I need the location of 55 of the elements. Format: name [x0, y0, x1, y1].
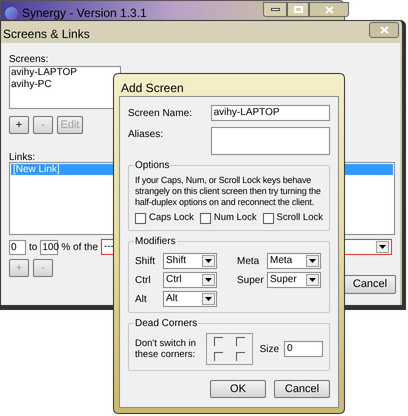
ok-button[interactable]: OK — [210, 380, 266, 398]
app-icon — [5, 6, 18, 20]
close-button[interactable] — [369, 22, 399, 38]
dropdown[interactable]: Meta — [267, 253, 321, 270]
caret-icon — [379, 245, 386, 249]
caret-icon — [205, 259, 212, 264]
field-label: % of the — [61, 240, 98, 254]
caret-icon — [205, 297, 212, 302]
section-label: Links: — [9, 151, 36, 162]
close-button[interactable] — [309, 2, 349, 17]
field-label: Aliases: — [128, 128, 164, 142]
cancel-button[interactable]: Cancel — [274, 380, 330, 398]
window-title: Screens & Links — [3, 26, 90, 43]
checkbox[interactable] — [135, 212, 146, 224]
close-icon — [324, 6, 334, 14]
section-label: Screens: — [9, 53, 50, 66]
window-title: Synergy - Version 1.3.1 — [22, 5, 147, 22]
group-title: Options — [134, 159, 170, 172]
input-field[interactable]: 100 — [40, 240, 58, 254]
field-label: to — [29, 240, 38, 254]
maximize-button[interactable] — [287, 2, 309, 17]
checkbox[interactable] — [262, 212, 274, 224]
field-label: Screen Name: — [128, 106, 193, 120]
button[interactable]: + — [9, 116, 29, 134]
caret-icon — [309, 278, 316, 282]
corner-checkbox[interactable] — [214, 337, 223, 346]
checkbox-label: Num Lock — [214, 211, 257, 225]
field-label: Super — [237, 274, 265, 288]
field-label: Don't switch in these corners: — [135, 338, 197, 360]
field-label: Shift — [135, 254, 156, 269]
checkbox-label: Scroll Lock — [276, 211, 323, 225]
field-label: Size — [260, 342, 280, 357]
input-field[interactable]: 0 — [284, 341, 323, 358]
field-label: Ctrl — [135, 274, 152, 288]
field-label: Alt — [135, 292, 148, 307]
input-field[interactable]: avihy-LAPTOP — [210, 105, 330, 121]
corner-checkbox[interactable] — [214, 352, 223, 362]
dropdown[interactable]: Ctrl — [163, 272, 217, 288]
input-field[interactable]: 0 — [9, 240, 26, 254]
caret-icon — [205, 278, 212, 282]
caret-icon — [309, 259, 316, 264]
checkbox[interactable] — [200, 212, 211, 224]
input-field[interactable] — [210, 127, 330, 155]
minimize-button[interactable] — [263, 2, 287, 17]
field-label: Meta — [237, 254, 260, 269]
options-description: If your Caps, Num, or Scroll Lock keys behave strangely on this client screen then try turning the half-duplex options on and reconnect the client. — [135, 175, 322, 208]
dropdown[interactable]: Super — [267, 272, 321, 288]
close-icon — [380, 26, 388, 34]
corner-checkbox[interactable] — [236, 352, 245, 362]
checkbox-label: Caps Lock — [149, 211, 194, 225]
cancel-button[interactable]: Cancel — [344, 275, 396, 294]
window-title: Add Screen — [121, 80, 184, 97]
dropdown[interactable]: Alt — [163, 291, 217, 308]
dropdown[interactable]: Shift — [163, 253, 217, 270]
corner-checkbox[interactable] — [236, 337, 245, 346]
